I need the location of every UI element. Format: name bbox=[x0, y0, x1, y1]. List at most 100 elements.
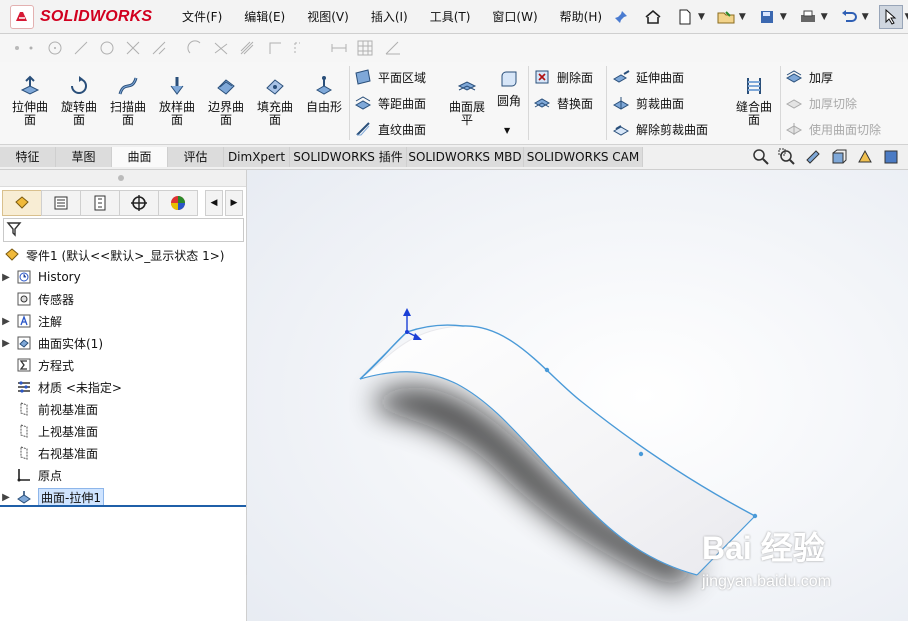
menu-window[interactable]: 窗口(W) bbox=[488, 6, 541, 27]
panel-scroll-left[interactable]: ◀ bbox=[205, 190, 223, 216]
tab-cam[interactable]: SOLIDWORKS CAM bbox=[524, 147, 643, 167]
chevron-down-icon[interactable]: ▼ bbox=[905, 12, 908, 22]
property-list-icon bbox=[54, 196, 68, 210]
tab-evaluate[interactable]: 评估 bbox=[168, 147, 224, 167]
hatch-icon[interactable] bbox=[238, 39, 256, 57]
surface-flatten-button[interactable]: 曲面展 平 bbox=[442, 74, 492, 127]
panel-splitter[interactable] bbox=[0, 170, 246, 187]
tree-filter-input[interactable] bbox=[3, 218, 244, 242]
loft-surface-button[interactable]: 放样曲 面 bbox=[153, 74, 201, 127]
tree-item-right-plane[interactable]: 右视基准面 bbox=[0, 442, 246, 464]
freeform-button[interactable]: 自由形 bbox=[300, 74, 348, 114]
tree-item-top-plane[interactable]: 上视基准面 bbox=[0, 420, 246, 442]
sweep-surface-icon bbox=[118, 77, 138, 95]
hdim-icon[interactable] bbox=[330, 39, 348, 57]
trim-surface-button[interactable]: 剪裁曲面 bbox=[612, 94, 684, 112]
offset-surface-button[interactable]: 等距曲面 bbox=[354, 94, 426, 112]
planar-surface-button[interactable]: 平面区域 bbox=[354, 68, 426, 86]
extrude-surface-button[interactable]: 拉伸曲 面 bbox=[6, 74, 54, 127]
panel-scroll-right[interactable]: ▶ bbox=[225, 190, 243, 216]
display-style-icon[interactable] bbox=[882, 148, 900, 166]
trim-icon[interactable] bbox=[124, 39, 142, 57]
origin-icon bbox=[17, 469, 30, 482]
select-cursor-icon[interactable] bbox=[878, 5, 903, 29]
chevron-down-icon[interactable]: ▼ bbox=[780, 12, 787, 22]
expand-arrow-icon[interactable]: ▶ bbox=[0, 338, 12, 349]
mirror-icon[interactable] bbox=[212, 39, 230, 57]
thicken-button[interactable]: 加厚 bbox=[785, 68, 833, 86]
zoom-to-fit-icon[interactable] bbox=[752, 148, 770, 166]
grid-icon[interactable] bbox=[356, 39, 374, 57]
chevron-down-icon[interactable]: ▼ bbox=[698, 12, 705, 22]
tab-surfaces[interactable]: 曲面 bbox=[112, 147, 168, 167]
menu-insert[interactable]: 插入(I) bbox=[367, 6, 412, 27]
replace-face-button[interactable]: 替换面 bbox=[533, 94, 593, 112]
line-icon[interactable] bbox=[72, 39, 90, 57]
zoom-area-icon[interactable] bbox=[778, 148, 796, 166]
delete-face-button[interactable]: 删除面 bbox=[533, 68, 593, 86]
print-icon[interactable] bbox=[797, 6, 819, 28]
tree-root[interactable]: 零件1 (默认<<默认>_显示状态 1>) bbox=[0, 244, 246, 266]
pin-icon[interactable] bbox=[610, 6, 632, 28]
tree-item-sensors[interactable]: 传感器 bbox=[0, 288, 246, 310]
menu-view[interactable]: 视图(V) bbox=[303, 6, 353, 27]
new-document-icon[interactable] bbox=[674, 6, 696, 28]
tab-display-manager[interactable] bbox=[158, 190, 198, 216]
offset-icon[interactable] bbox=[186, 39, 204, 57]
boundary-surface-button[interactable]: 边界曲 面 bbox=[202, 74, 250, 127]
angle-icon[interactable] bbox=[384, 39, 402, 57]
chevron-down-icon[interactable]: ▼ bbox=[739, 12, 746, 22]
expand-arrow-icon[interactable]: ▶ bbox=[0, 492, 12, 503]
tab-features[interactable]: 特征 bbox=[0, 147, 56, 167]
fill-surface-button[interactable]: 填充曲 面 bbox=[251, 74, 299, 127]
untrim-surface-button[interactable]: 解除剪裁曲面 bbox=[612, 120, 708, 138]
replace-face-icon bbox=[533, 98, 551, 108]
tree-item-history[interactable]: ▶ History bbox=[0, 266, 246, 288]
home-icon[interactable] bbox=[642, 6, 664, 28]
tab-configuration-manager[interactable] bbox=[80, 190, 120, 216]
tree-item-equations[interactable]: 方程式 bbox=[0, 354, 246, 376]
dimension-icon[interactable] bbox=[292, 39, 310, 57]
menu-tools[interactable]: 工具(T) bbox=[426, 6, 475, 27]
surface-cut-button[interactable]: 使用曲面切除 bbox=[785, 120, 881, 138]
chevron-down-icon[interactable]: ▼ bbox=[862, 12, 869, 22]
chevron-down-icon[interactable]: ▼ bbox=[821, 12, 828, 22]
expand-arrow-icon[interactable]: ▶ bbox=[0, 272, 12, 283]
tab-sketch[interactable]: 草图 bbox=[56, 147, 112, 167]
extend-icon[interactable] bbox=[150, 39, 168, 57]
thicken-cut-button[interactable]: 加厚切除 bbox=[785, 94, 857, 112]
knit-surface-button[interactable]: 缝合曲 面 bbox=[730, 74, 778, 127]
circle-icon[interactable] bbox=[46, 39, 64, 57]
section-view-icon[interactable] bbox=[830, 148, 848, 166]
tab-feature-manager[interactable] bbox=[2, 190, 42, 216]
undo-icon[interactable] bbox=[838, 6, 860, 28]
menu-edit[interactable]: 编辑(E) bbox=[240, 6, 289, 27]
extend-surface-button[interactable]: 延伸曲面 bbox=[612, 68, 684, 86]
view-orientation-icon[interactable] bbox=[856, 148, 874, 166]
tab-dimxpert[interactable]: DimXpert bbox=[224, 147, 290, 167]
corner-icon[interactable] bbox=[266, 39, 284, 57]
tree-item-annotations[interactable]: ▶ 注解 bbox=[0, 310, 246, 332]
menu-help[interactable]: 帮助(H) bbox=[556, 6, 606, 27]
expand-arrow-icon[interactable]: ▶ bbox=[0, 316, 12, 327]
save-icon[interactable] bbox=[756, 6, 778, 28]
tree-item-front-plane[interactable]: 前视基准面 bbox=[0, 398, 246, 420]
open-folder-icon[interactable] bbox=[715, 6, 737, 28]
revolve-surface-button[interactable]: 旋转曲 面 bbox=[55, 74, 103, 127]
fillet-dropdown-icon[interactable]: ▼ bbox=[504, 126, 510, 135]
tab-mbd[interactable]: SOLIDWORKS MBD bbox=[407, 147, 524, 167]
tab-dimxpert-manager[interactable] bbox=[119, 190, 159, 216]
menu-file[interactable]: 文件(F) bbox=[178, 6, 226, 27]
sweep-surface-button[interactable]: 扫描曲 面 bbox=[104, 74, 152, 127]
tree-item-surface-bodies[interactable]: ▶ 曲面实体(1) bbox=[0, 332, 246, 354]
point-icon[interactable] bbox=[22, 39, 40, 57]
tree-item-material[interactable]: 材质 <未指定> bbox=[0, 376, 246, 398]
previous-view-icon[interactable] bbox=[804, 148, 822, 166]
fillet-button[interactable]: 圆角 bbox=[488, 68, 530, 108]
tab-property-manager[interactable] bbox=[41, 190, 81, 216]
polygon-icon[interactable] bbox=[98, 39, 116, 57]
tree-item-origin[interactable]: 原点 bbox=[0, 464, 246, 486]
tab-addins[interactable]: SOLIDWORKS 插件 bbox=[290, 147, 407, 167]
ruled-surface-button[interactable]: 直纹曲面 bbox=[354, 120, 426, 138]
tree-root-label: 零件1 (默认<<默认>_显示状态 1>) bbox=[26, 248, 225, 263]
